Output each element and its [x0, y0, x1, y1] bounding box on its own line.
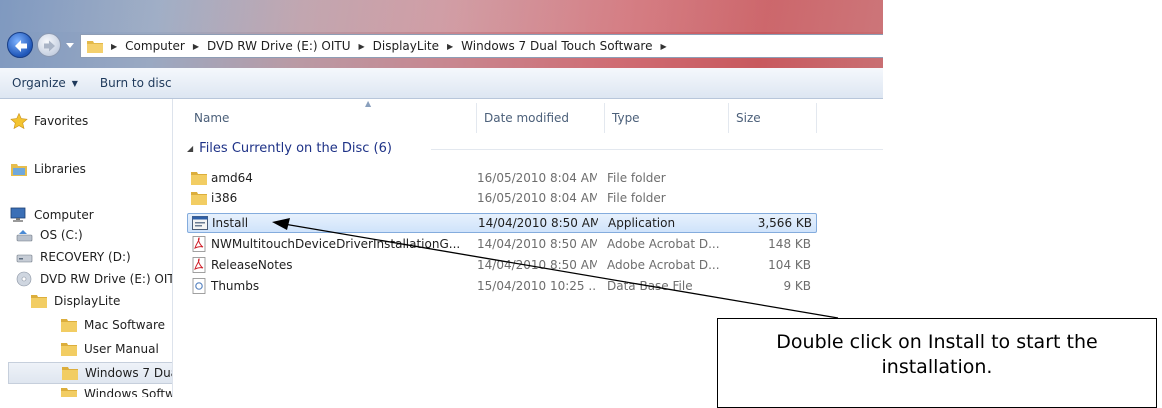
folder-icon — [31, 295, 47, 308]
breadcrumb-root-separator[interactable]: ▶ — [109, 42, 125, 51]
folder-icon — [61, 388, 77, 397]
group-divider — [431, 149, 883, 150]
organize-button[interactable]: Organize ▼ — [0, 76, 90, 90]
burn-to-disc-button[interactable]: Burn to disc — [90, 76, 184, 90]
nav-folder-windows7-software[interactable]: Windows 7 Dual Touch Software — [8, 362, 172, 384]
file-row-install[interactable]: Install 14/04/2010 8:50 AM Application 3… — [187, 213, 817, 233]
star-icon — [10, 113, 28, 129]
folder-icon — [62, 367, 78, 380]
file-row-amd64[interactable]: amd64 16/05/2010 8:04 AM File folder — [187, 169, 817, 189]
back-arrow-icon — [15, 40, 27, 52]
application-icon — [192, 216, 208, 230]
column-header-type[interactable]: Type — [605, 99, 729, 137]
folder-icon — [191, 172, 207, 185]
nav-folder-user-manual[interactable]: User Manual — [60, 341, 159, 357]
nav-libraries[interactable]: Libraries — [10, 161, 86, 177]
nav-folder-windows-software[interactable]: Windows Software — [60, 386, 172, 397]
folder-icon — [191, 192, 207, 205]
hard-drive-icon — [16, 230, 33, 242]
chevron-down-icon: ▼ — [71, 78, 78, 88]
dvd-drive-icon — [16, 271, 32, 287]
column-header-date[interactable]: Date modified — [477, 99, 605, 137]
command-bar: Organize ▼ Burn to disc — [0, 68, 883, 99]
chevron-right-icon: ▶ — [111, 41, 118, 51]
breadcrumb-windows7-software[interactable]: Windows 7 Dual Touch Software ▶ — [461, 39, 675, 53]
file-row-nwmultitouch-guide[interactable]: NWMultitouchDeviceDriverInstallationG...… — [187, 235, 817, 255]
file-row-releasenotes[interactable]: ReleaseNotes 14/04/2010 8:50 AM Adobe Ac… — [187, 256, 817, 276]
column-header-size[interactable]: Size — [729, 99, 817, 137]
folder-icon — [87, 41, 103, 53]
nav-drive-d[interactable]: RECOVERY (D:) — [16, 249, 131, 265]
file-row-i386[interactable]: i386 16/05/2010 8:04 AM File folder — [187, 189, 817, 209]
nav-drive-e[interactable]: DVD RW Drive (E:) OITU — [16, 271, 172, 287]
breadcrumb-displaylite[interactable]: DisplayLite ▶ — [373, 39, 462, 53]
nav-drive-c[interactable]: OS (C:) — [16, 227, 83, 243]
back-button[interactable] — [7, 32, 33, 58]
instruction-callout: Double click on Install to start the ins… — [717, 318, 1157, 408]
database-file-icon — [192, 278, 206, 294]
chevron-right-icon: ▶ — [660, 41, 667, 51]
recent-pages-dropdown[interactable] — [65, 40, 75, 50]
chevron-right-icon: ▶ — [192, 41, 199, 51]
collapse-triangle-icon[interactable]: ◢ — [187, 144, 193, 153]
folder-icon — [61, 319, 77, 332]
folder-icon — [61, 343, 77, 356]
navigation-pane: Favorites Libraries Computer OS (C:) REC… — [0, 99, 172, 397]
libraries-icon — [11, 164, 27, 176]
hard-drive-icon — [16, 254, 33, 263]
address-bar[interactable]: ▶ Computer ▶ DVD RW Drive (E:) OITU ▶ Disp… — [80, 34, 883, 58]
breadcrumb-computer[interactable]: Computer ▶ — [125, 39, 207, 53]
group-header[interactable]: ◢ Files Currently on the Disc (6) — [187, 139, 392, 157]
pdf-icon — [192, 257, 206, 273]
nav-computer[interactable]: Computer — [10, 207, 94, 223]
file-row-thumbs[interactable]: Thumbs 15/04/2010 10:25 ... Data Base Fi… — [187, 277, 817, 297]
nav-favorites[interactable]: Favorites — [10, 113, 88, 129]
forward-arrow-icon — [44, 40, 55, 52]
computer-icon — [10, 207, 26, 222]
pdf-icon — [192, 236, 206, 252]
forward-button[interactable] — [37, 33, 61, 57]
chevron-right-icon: ▶ — [358, 41, 365, 51]
chevron-right-icon: ▶ — [447, 41, 454, 51]
breadcrumb-dvd-drive[interactable]: DVD RW Drive (E:) OITU ▶ — [207, 39, 373, 53]
nav-folder-mac-software[interactable]: Mac Software — [60, 317, 165, 333]
column-header-name[interactable]: Name — [187, 99, 477, 137]
nav-folder-displaylite[interactable]: DisplayLite — [30, 293, 120, 309]
